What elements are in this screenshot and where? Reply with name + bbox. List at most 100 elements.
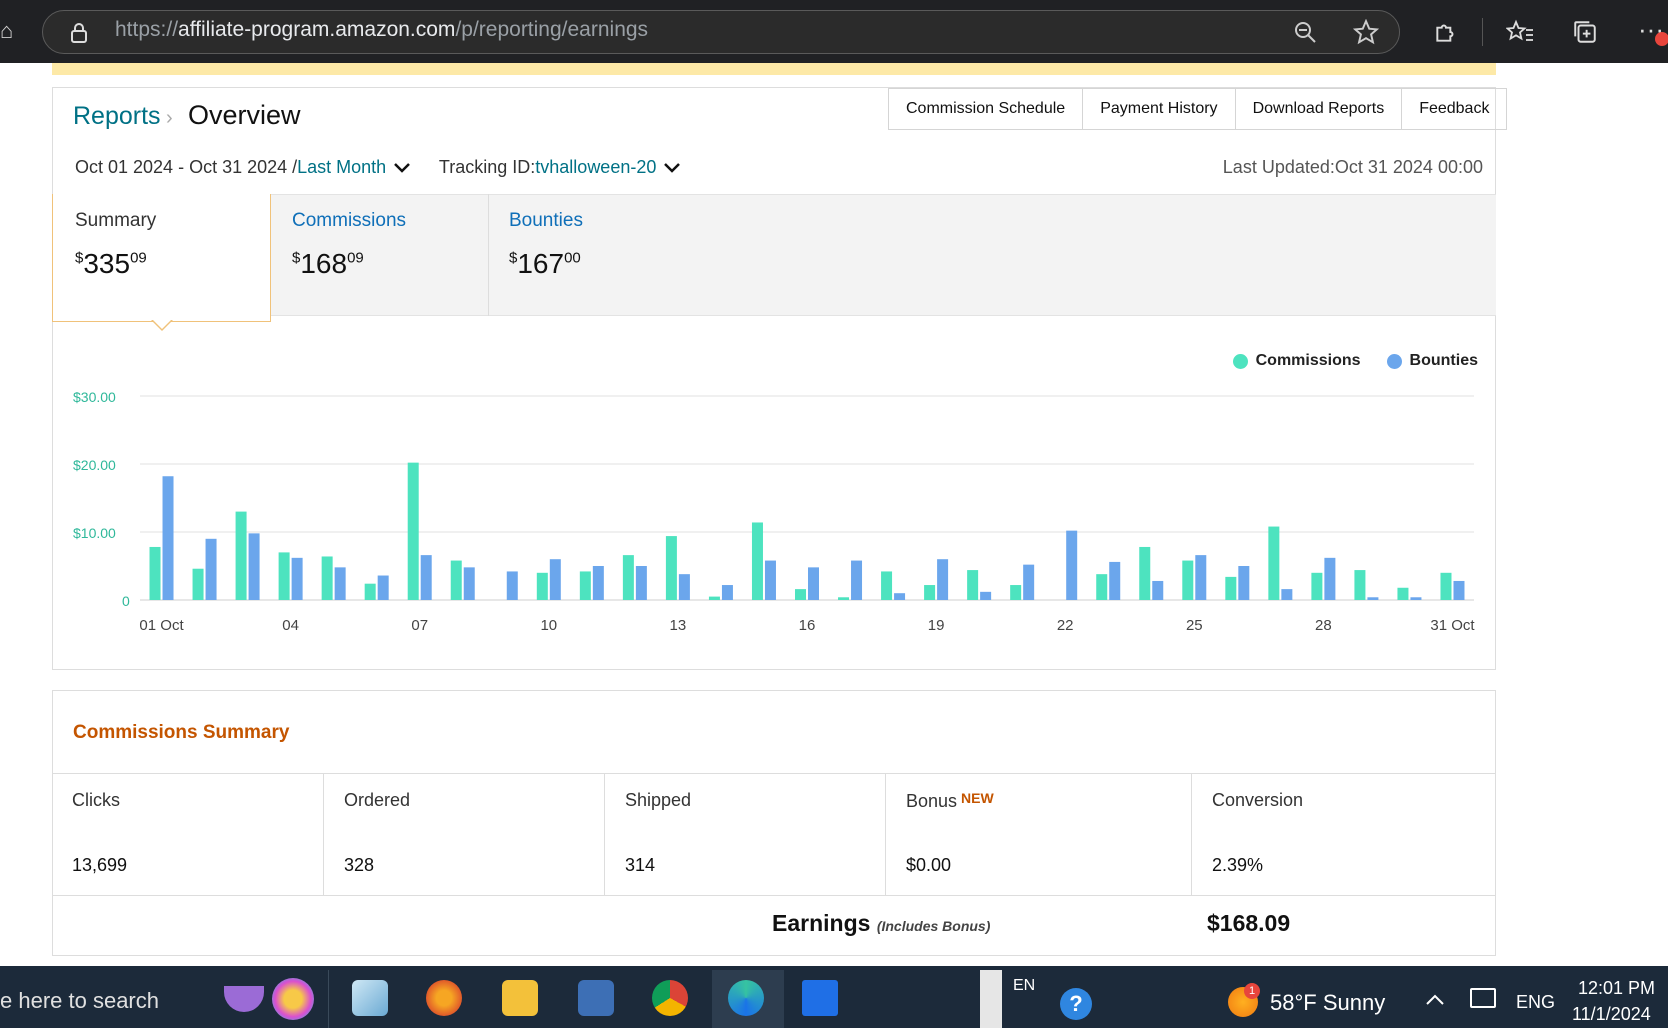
file-explorer-icon[interactable] xyxy=(502,980,538,1016)
zoom-icon[interactable] xyxy=(1293,20,1317,49)
x-tick-label: 22 xyxy=(1057,617,1074,634)
tab-summary[interactable]: Summary $33509 xyxy=(52,194,271,322)
commission-bar xyxy=(364,583,376,600)
paint-icon[interactable] xyxy=(426,980,462,1016)
payment-history-button[interactable]: Payment History xyxy=(1083,89,1236,129)
page-title: Overview xyxy=(188,100,301,130)
flower-icon[interactable] xyxy=(272,978,314,1020)
legend-commissions-label: Commissions xyxy=(1255,352,1361,369)
taskbar-scroll[interactable] xyxy=(980,970,1002,1028)
favorites-icon[interactable] xyxy=(1505,19,1534,50)
y-tick-label: $20.00 xyxy=(73,457,116,473)
notepad-icon[interactable] xyxy=(352,980,388,1016)
bounty-bar xyxy=(377,575,389,600)
edge-icon[interactable] xyxy=(728,980,764,1016)
help-icon[interactable]: ? xyxy=(1060,988,1092,1020)
commission-schedule-button[interactable]: Commission Schedule xyxy=(889,89,1084,129)
bounty-bar xyxy=(506,571,518,600)
commission-bar xyxy=(1397,587,1409,600)
extensions-icon[interactable] xyxy=(1433,19,1459,50)
x-tick-label: 28 xyxy=(1315,617,1332,634)
tab-bounties[interactable]: Bounties $16700 xyxy=(489,194,707,316)
stat-ordered-value: 328 xyxy=(344,855,375,875)
stat-shipped-label: Shipped xyxy=(625,790,692,810)
prime-video-icon[interactable] xyxy=(802,980,838,1016)
commission-bar xyxy=(536,572,548,600)
bounty-bar xyxy=(205,538,217,600)
bounty-bar xyxy=(764,560,776,600)
earnings-label: Earnings (Includes Bonus) xyxy=(772,910,991,936)
input-language[interactable]: EN xyxy=(1013,977,1035,995)
bounty-bar xyxy=(549,559,561,600)
bounty-bar xyxy=(678,574,690,600)
commission-bar xyxy=(881,571,893,600)
favorite-star-icon[interactable] xyxy=(1352,18,1380,50)
clock-time[interactable]: 12:01 PM xyxy=(1578,978,1655,999)
tab-bounties-amount: $16700 xyxy=(509,248,581,279)
x-tick-label: 13 xyxy=(670,617,687,634)
bounty-bar xyxy=(894,593,906,600)
stat-clicks-value: 13,699 xyxy=(72,855,128,875)
commission-bar xyxy=(924,585,936,600)
clock-date[interactable]: 11/1/2024 xyxy=(1572,1004,1651,1025)
bounty-bar xyxy=(851,560,863,600)
feedback-button[interactable]: Feedback xyxy=(1402,89,1506,129)
tab-commissions-label: Commissions xyxy=(292,210,407,231)
bounty-bar xyxy=(248,533,260,600)
breadcrumb-reports-link[interactable]: Reports xyxy=(73,102,161,131)
home-icon[interactable]: ⌂ xyxy=(0,18,13,44)
x-tick-label: 07 xyxy=(411,617,428,634)
x-tick-label: 31 Oct xyxy=(1430,617,1475,634)
bounty-bar xyxy=(162,476,174,600)
download-reports-button[interactable]: Download Reports xyxy=(1236,89,1403,129)
commission-bar xyxy=(1139,546,1151,600)
bounty-bar xyxy=(1152,580,1164,600)
stat-shipped-value: 314 xyxy=(625,855,656,875)
tab-pointer-inner xyxy=(152,319,172,329)
bounty-bar xyxy=(808,567,819,600)
x-tick-label: 25 xyxy=(1186,617,1203,634)
url-text[interactable]: https://affiliate-program.amazon.com/p/r… xyxy=(115,18,648,42)
calculator-icon[interactable] xyxy=(578,980,614,1016)
tab-commissions[interactable]: Commissions $16809 xyxy=(271,194,489,316)
legend-bounties[interactable]: Bounties xyxy=(1386,352,1478,370)
chrome-icon[interactable] xyxy=(652,980,688,1016)
earnings-sublabel: (Includes Bonus) xyxy=(876,918,991,934)
commission-bar xyxy=(1354,570,1366,600)
taskbar-search[interactable]: e here to search xyxy=(0,988,159,1014)
bounty-bar xyxy=(592,566,604,600)
weather-text[interactable]: 58°F Sunny xyxy=(1270,990,1385,1016)
tab-summary-amount: $33509 xyxy=(75,248,147,279)
commission-bar xyxy=(579,571,591,600)
bounty-bar xyxy=(1109,561,1121,600)
lock-icon[interactable] xyxy=(70,22,88,49)
commission-bar xyxy=(149,546,161,600)
stat-clicks-label: Clicks xyxy=(72,790,120,810)
commission-bar xyxy=(795,589,806,600)
bounty-bar xyxy=(1410,597,1422,600)
commission-bar xyxy=(1311,572,1323,600)
display-icon[interactable] xyxy=(1470,988,1496,1008)
bounty-bar xyxy=(635,566,647,600)
y-tick-label: $10.00 xyxy=(73,525,116,541)
commission-bar xyxy=(1010,585,1022,600)
chevron-up-icon[interactable] xyxy=(1425,992,1445,1011)
chevron-down-icon[interactable] xyxy=(393,158,411,179)
tracking-id-dropdown[interactable]: tvhalloween-20 xyxy=(535,157,656,177)
stat-shipped: Shipped 314 xyxy=(605,774,886,895)
y-tick-label: $30.00 xyxy=(73,389,116,405)
legend-bounties-label: Bounties xyxy=(1409,352,1478,369)
collections-icon[interactable] xyxy=(1572,19,1598,50)
period-dropdown[interactable]: Last Month xyxy=(297,157,386,177)
stat-bonus-label: Bonus NEW xyxy=(906,790,994,811)
commission-bar xyxy=(665,536,677,600)
stat-conversion-value: 2.39% xyxy=(1212,855,1264,875)
toolbar-divider xyxy=(1482,18,1483,46)
bounty-bar xyxy=(1066,530,1078,600)
legend-commissions[interactable]: Commissions xyxy=(1232,352,1361,370)
commissions-summary-title: Commissions Summary xyxy=(73,722,290,743)
stat-clicks: Clicks 13,699 xyxy=(52,774,324,895)
language-indicator[interactable]: ENG xyxy=(1516,992,1555,1013)
chevron-down-icon[interactable] xyxy=(663,158,681,179)
y-tick-label: 0 xyxy=(122,593,130,609)
